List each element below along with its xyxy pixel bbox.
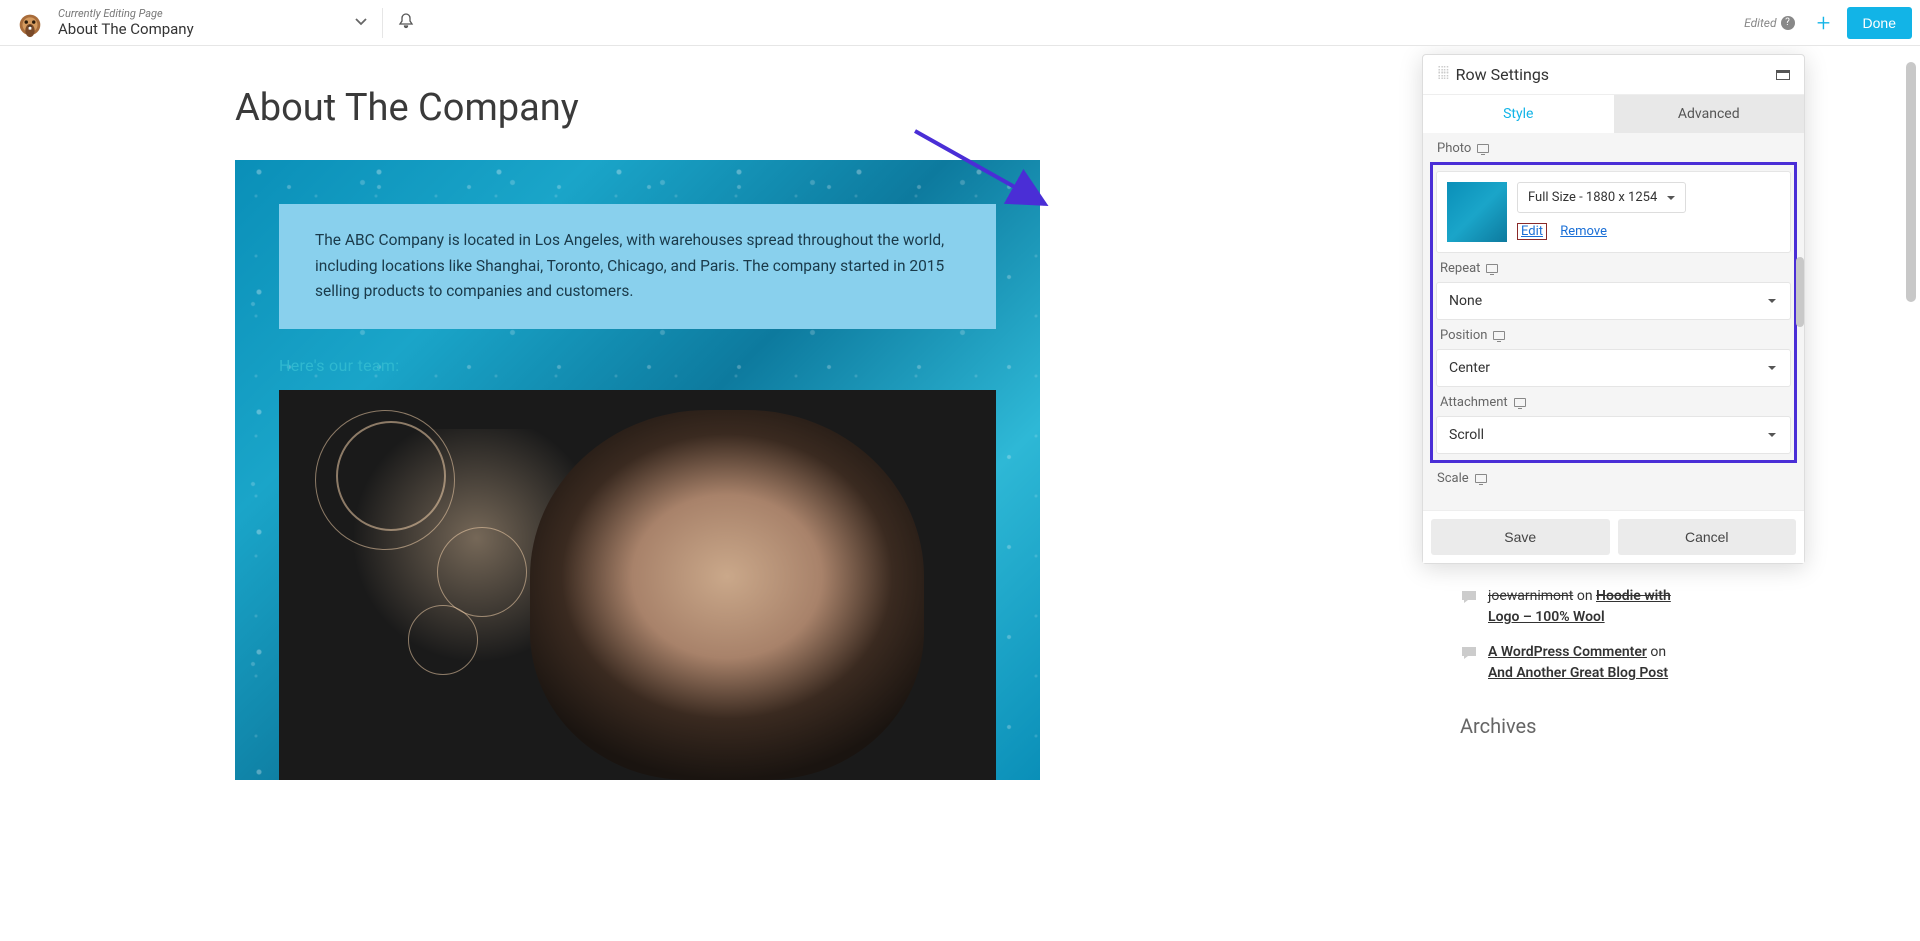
viewport: About The Company The ABC Company is loc… [0,46,1920,941]
page-title: About The Company [58,20,194,38]
archives-heading: Archives [1460,714,1690,738]
responsive-icon[interactable] [1514,398,1526,407]
help-icon[interactable]: ? [1781,16,1795,30]
edited-indicator: Edited ? [1744,16,1794,30]
panel-scrollbar[interactable] [1796,257,1804,327]
row-background[interactable]: The ABC Company is located in Los Angele… [235,160,1040,780]
page-info: Currently Editing Page About The Company [58,7,194,38]
team-image [279,390,996,780]
scale-label: Scale [1433,463,1794,492]
responsive-icon[interactable] [1477,144,1489,153]
responsive-icon[interactable] [1486,264,1498,273]
save-button[interactable]: Save [1431,519,1610,555]
repeat-label: Repeat [1436,253,1791,282]
panel-header: ⠿⠿⠿⠿ Row Settings [1423,55,1804,95]
highlighted-settings: Full Size - 1880 x 1254 Edit Remove Repe… [1430,162,1797,463]
repeat-select[interactable]: None [1436,282,1791,320]
notifications-icon[interactable] [397,12,415,34]
photo-edit-link[interactable]: Edit [1517,223,1547,240]
topbar: Currently Editing Page About The Company… [0,0,1920,46]
responsive-icon[interactable] [1475,474,1487,483]
tab-style[interactable]: Style [1423,95,1614,133]
add-button[interactable]: + [1809,8,1839,38]
photo-field: Full Size - 1880 x 1254 Edit Remove [1436,171,1791,253]
team-label: Here's our team: [279,356,399,375]
comment-icon [1460,644,1478,662]
row-settings-panel: ⠿⠿⠿⠿ Row Settings Style Advanced Photo F… [1422,54,1805,564]
panel-body[interactable]: Photo Full Size - 1880 x 1254 Edit Remov… [1423,133,1804,510]
position-select[interactable]: Center [1436,349,1791,387]
divider [382,8,383,38]
responsive-icon[interactable] [1493,331,1505,340]
comment-author-striked: joewarnimont [1488,588,1573,604]
comment-icon [1460,588,1478,606]
intro-text-box: The ABC Company is located in Los Angele… [279,204,996,329]
page-sidebar: joewarnimont on Hoodie with Logo – 100% … [1460,586,1690,738]
attachment-label: Attachment [1436,387,1791,416]
maximize-icon[interactable] [1776,70,1790,80]
panel-title: Row Settings [1456,65,1776,84]
attachment-select[interactable]: Scroll [1436,416,1791,454]
comment-item: A WordPress Commenter on And Another Gre… [1460,642,1690,684]
page-dropdown[interactable] [354,13,368,32]
editing-label: Currently Editing Page [58,7,194,20]
beaver-logo-icon [14,7,46,39]
page-scrollbar[interactable] [1906,62,1916,302]
comment-item: joewarnimont on Hoodie with Logo – 100% … [1460,586,1690,628]
done-button[interactable]: Done [1847,7,1912,39]
tab-advanced[interactable]: Advanced [1614,95,1805,133]
photo-remove-link[interactable]: Remove [1560,224,1607,239]
photo-label: Photo [1433,133,1794,162]
comment-author-link[interactable]: A WordPress Commenter [1488,644,1647,660]
photo-size-select[interactable]: Full Size - 1880 x 1254 [1517,182,1686,213]
drag-handle-icon[interactable]: ⠿⠿⠿⠿ [1437,69,1448,81]
edited-text: Edited [1744,16,1776,30]
panel-footer: Save Cancel [1423,510,1804,563]
position-label: Position [1436,320,1791,349]
comment-post-link[interactable]: And Another Great Blog Post [1488,665,1668,681]
photo-thumbnail[interactable] [1447,182,1507,242]
cancel-button[interactable]: Cancel [1618,519,1797,555]
panel-tabs: Style Advanced [1423,95,1804,133]
